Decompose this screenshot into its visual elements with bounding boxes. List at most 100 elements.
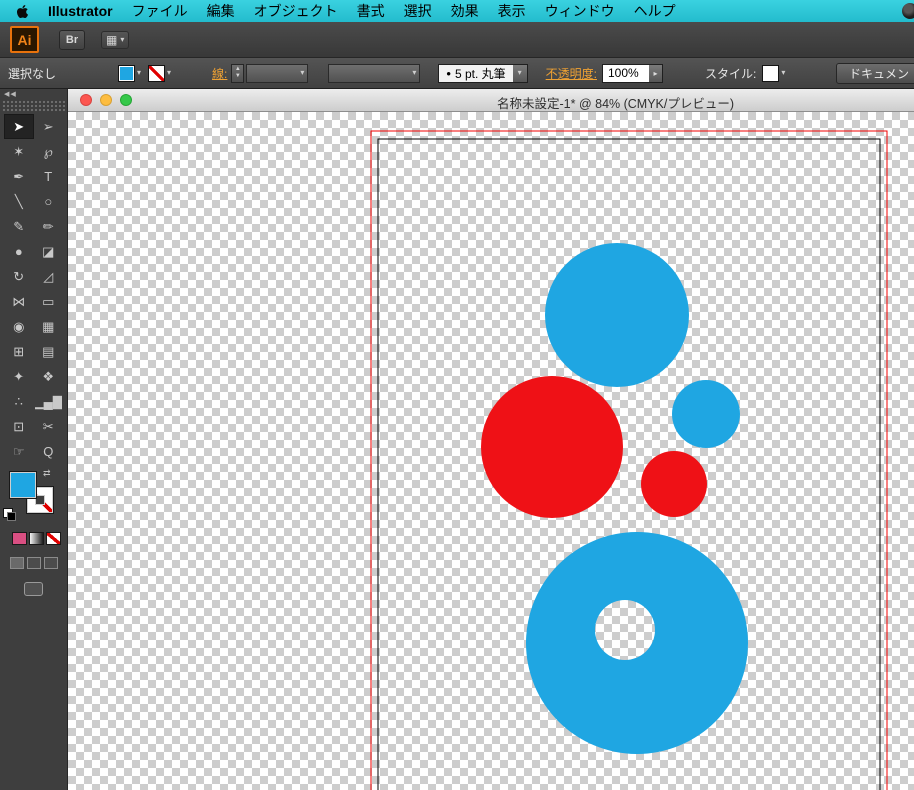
chevron-down-icon: ▾ xyxy=(120,36,124,44)
selection-status: 選択なし xyxy=(8,65,56,82)
opacity-input[interactable]: 100% xyxy=(603,65,649,82)
menu-select[interactable]: 選択 xyxy=(404,1,432,21)
control-bar: 選択なし ▾ ▾ 線: ▲ ▼ ▾ ▾ • 5 pt. 丸筆 ▾ 不透明度: xyxy=(0,58,914,89)
width-tool[interactable]: ⋈ xyxy=(4,289,34,314)
canvas[interactable] xyxy=(68,112,914,790)
none-button[interactable] xyxy=(46,532,61,545)
document-title-bar[interactable]: 名称未設定-1* @ 84% (CMYK/プレビュー) xyxy=(68,89,914,112)
minimize-button[interactable] xyxy=(100,94,112,106)
chevron-right-icon[interactable]: ▸ xyxy=(649,65,662,82)
menu-illustrator[interactable]: Illustrator xyxy=(48,3,113,19)
blend-tool[interactable]: ❖ xyxy=(34,364,64,389)
menu-help[interactable]: ヘルプ xyxy=(634,1,676,21)
change-screen-mode-button[interactable] xyxy=(24,582,43,596)
stroke-weight-dropdown[interactable]: ▾ xyxy=(246,64,308,83)
draw-inside-button[interactable] xyxy=(44,557,58,569)
red-circle-small[interactable] xyxy=(641,451,707,517)
artboard-tool[interactable]: ⊡ xyxy=(4,414,34,439)
hand-tool[interactable]: ☞ xyxy=(4,439,34,464)
apple-logo-icon xyxy=(16,4,29,19)
menu-object[interactable]: オブジェクト xyxy=(254,1,338,21)
slice-tool[interactable]: ✂ xyxy=(34,414,64,439)
fill-indicator[interactable] xyxy=(10,472,36,498)
blob-brush-tool[interactable]: ● xyxy=(4,239,34,264)
stroke-weight-stepper[interactable]: ▲ ▼ xyxy=(231,64,244,83)
bridge-button[interactable]: Br xyxy=(59,30,85,50)
ellipse-tool[interactable]: ○ xyxy=(34,189,64,214)
swap-fill-stroke-icon[interactable]: ⇄ xyxy=(43,468,51,479)
illustrator-logo: Ai xyxy=(10,26,39,53)
blue-circle-small[interactable] xyxy=(672,380,740,448)
type-tool[interactable]: T xyxy=(34,164,64,189)
chevron-down-icon: ▾ xyxy=(412,69,416,77)
style-swatch[interactable] xyxy=(762,65,779,82)
draw-behind-button[interactable] xyxy=(27,557,41,569)
gradient-tool[interactable]: ▤ xyxy=(34,339,64,364)
opacity-control[interactable]: 100% ▸ xyxy=(602,64,663,83)
selection-tool[interactable]: ➤ xyxy=(4,114,34,139)
menu-items: Illustrator ファイル編集オブジェクト書式選択効果表示ウィンドウヘルプ xyxy=(48,1,676,21)
brush-name: 5 pt. 丸筆 xyxy=(455,65,506,82)
opacity-label[interactable]: 不透明度: xyxy=(546,65,597,82)
chevron-down-icon[interactable]: ▾ xyxy=(513,65,527,82)
stroke-none-swatch[interactable] xyxy=(148,65,165,82)
free-transform-tool[interactable]: ▭ xyxy=(34,289,64,314)
default-fill-stroke-icon[interactable] xyxy=(3,508,13,518)
symbol-sprayer-tool[interactable]: ∴ xyxy=(4,389,34,414)
stroke-weight-label[interactable]: 線: xyxy=(212,65,227,82)
menu-edit[interactable]: 編集 xyxy=(207,1,235,21)
blue-donut[interactable] xyxy=(526,532,748,754)
shape-builder-tool[interactable]: ◉ xyxy=(4,314,34,339)
stroke-color-control[interactable]: ▾ xyxy=(148,65,171,82)
illustrator-logo-text: Ai xyxy=(18,32,32,48)
style-label: スタイル: xyxy=(705,65,756,82)
artwork-layer xyxy=(68,112,914,790)
application-bar: Ai Br ▦ ▾ xyxy=(0,22,914,58)
brush-definition-dropdown[interactable]: • 5 pt. 丸筆 ▾ xyxy=(438,64,527,83)
collapse-panel-button[interactable]: ◀◀ xyxy=(0,89,67,100)
menu-effect[interactable]: 効果 xyxy=(451,1,479,21)
graphic-style-control[interactable]: ▾ xyxy=(762,65,785,82)
eyedropper-tool[interactable]: ✦ xyxy=(4,364,34,389)
perspective-grid-tool[interactable]: ▦ xyxy=(34,314,64,339)
fill-swatch[interactable] xyxy=(118,65,135,82)
line-tool[interactable]: ╲ xyxy=(4,189,34,214)
menu-type[interactable]: 書式 xyxy=(357,1,385,21)
gradient-button[interactable] xyxy=(29,532,44,545)
menubar-status-icon[interactable] xyxy=(902,3,914,19)
pencil-tool[interactable]: ✏ xyxy=(34,214,64,239)
column-graph-tool[interactable]: ▁▄▇ xyxy=(34,389,64,414)
direct-selection-tool[interactable]: ➢ xyxy=(34,114,64,139)
close-button[interactable] xyxy=(80,94,92,106)
menu-file[interactable]: ファイル xyxy=(132,1,188,21)
eraser-tool[interactable]: ◪ xyxy=(34,239,64,264)
zoom-tool[interactable]: Q xyxy=(34,439,64,464)
illustrator-application: Illustratorファイル編集オブジェクト書式選択効果表示ウィンドウヘルプ … xyxy=(0,0,914,790)
menu-window[interactable]: ウィンドウ xyxy=(545,1,615,21)
stepper-down-icon[interactable]: ▼ xyxy=(235,73,241,80)
fill-color-control[interactable]: ▾ xyxy=(118,65,141,82)
pen-tool[interactable]: ✒ xyxy=(4,164,34,189)
menu-view[interactable]: 表示 xyxy=(498,1,526,21)
mesh-tool[interactable]: ⊞ xyxy=(4,339,34,364)
fill-stroke-indicator: ⇄ xyxy=(10,472,58,518)
stepper-up-icon[interactable]: ▲ xyxy=(235,66,241,73)
color-mode-buttons xyxy=(12,532,67,545)
apple-menu[interactable] xyxy=(16,4,34,19)
paintbrush-tool[interactable]: ✎ xyxy=(4,214,34,239)
rotate-tool[interactable]: ↻ xyxy=(4,264,34,289)
document-setup-button[interactable]: ドキュメン xyxy=(836,63,914,84)
arrange-documents-icon: ▦ xyxy=(106,34,117,46)
brush-field: • 5 pt. 丸筆 xyxy=(439,65,512,82)
lasso-tool[interactable]: ℘ xyxy=(34,139,64,164)
arrange-documents-button[interactable]: ▦ ▾ xyxy=(101,31,129,49)
magic-wand-tool[interactable]: ✶ xyxy=(4,139,34,164)
zoom-window-button[interactable] xyxy=(120,94,132,106)
scale-tool[interactable]: ◿ xyxy=(34,264,64,289)
red-circle-left[interactable] xyxy=(481,376,623,518)
panel-grip[interactable] xyxy=(2,100,65,112)
width-profile-dropdown[interactable]: ▾ xyxy=(328,64,420,83)
draw-normal-button[interactable] xyxy=(10,557,24,569)
color-button[interactable] xyxy=(12,532,27,545)
blue-circle-top[interactable] xyxy=(545,243,689,387)
